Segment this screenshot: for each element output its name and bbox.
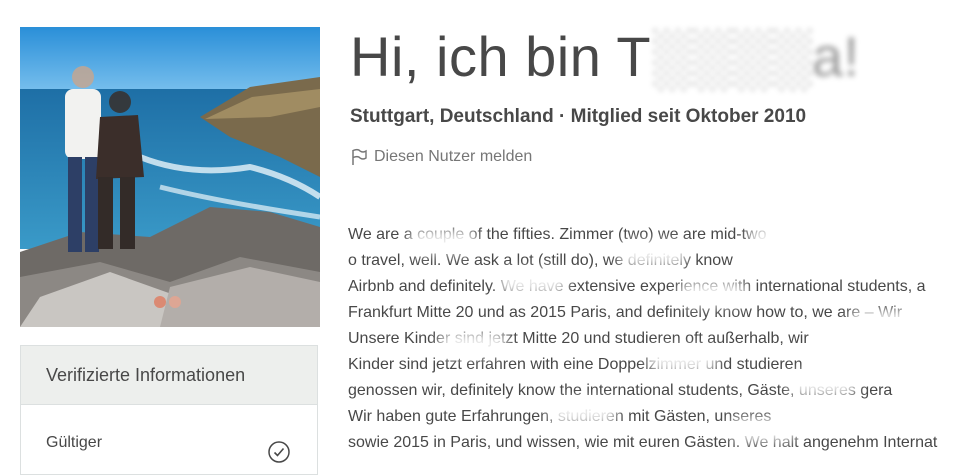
report-user-link[interactable]: Diesen Nutzer melden xyxy=(350,148,532,166)
about-line: sowie 2015 in Paris, und wissen, wie mit… xyxy=(348,434,938,451)
about-text: We are a couple of the fifties. Zimmer (… xyxy=(348,222,953,452)
report-user-label[interactable]: Diesen Nutzer melden xyxy=(374,148,532,166)
about-line: Wir haben gute Erfahrungen, studieren mi… xyxy=(348,408,772,425)
verified-info-panel: Verifizierte Informationen Gültiger xyxy=(20,345,318,475)
obscured-name: ░░░░a! xyxy=(651,25,860,88)
location-member-since: Stuttgart, Deutschland · Mitglied seit O… xyxy=(350,106,807,127)
greeting-text: Hi, ich bin T xyxy=(350,25,652,88)
profile-photo xyxy=(20,27,320,327)
verified-item-id: Gültiger xyxy=(21,405,317,463)
page-title: Hi, ich bin T░░░░a! xyxy=(350,24,860,89)
about-line: genossen wir, definitely know the intern… xyxy=(348,382,893,399)
verified-item-label: Gültiger xyxy=(46,434,103,451)
verified-info-heading: Verifizierte Informationen xyxy=(21,346,317,405)
about-line: Airbnb and definitely. We have extensive… xyxy=(348,278,926,295)
check-circle-icon xyxy=(268,441,290,463)
flag-icon xyxy=(352,148,367,165)
